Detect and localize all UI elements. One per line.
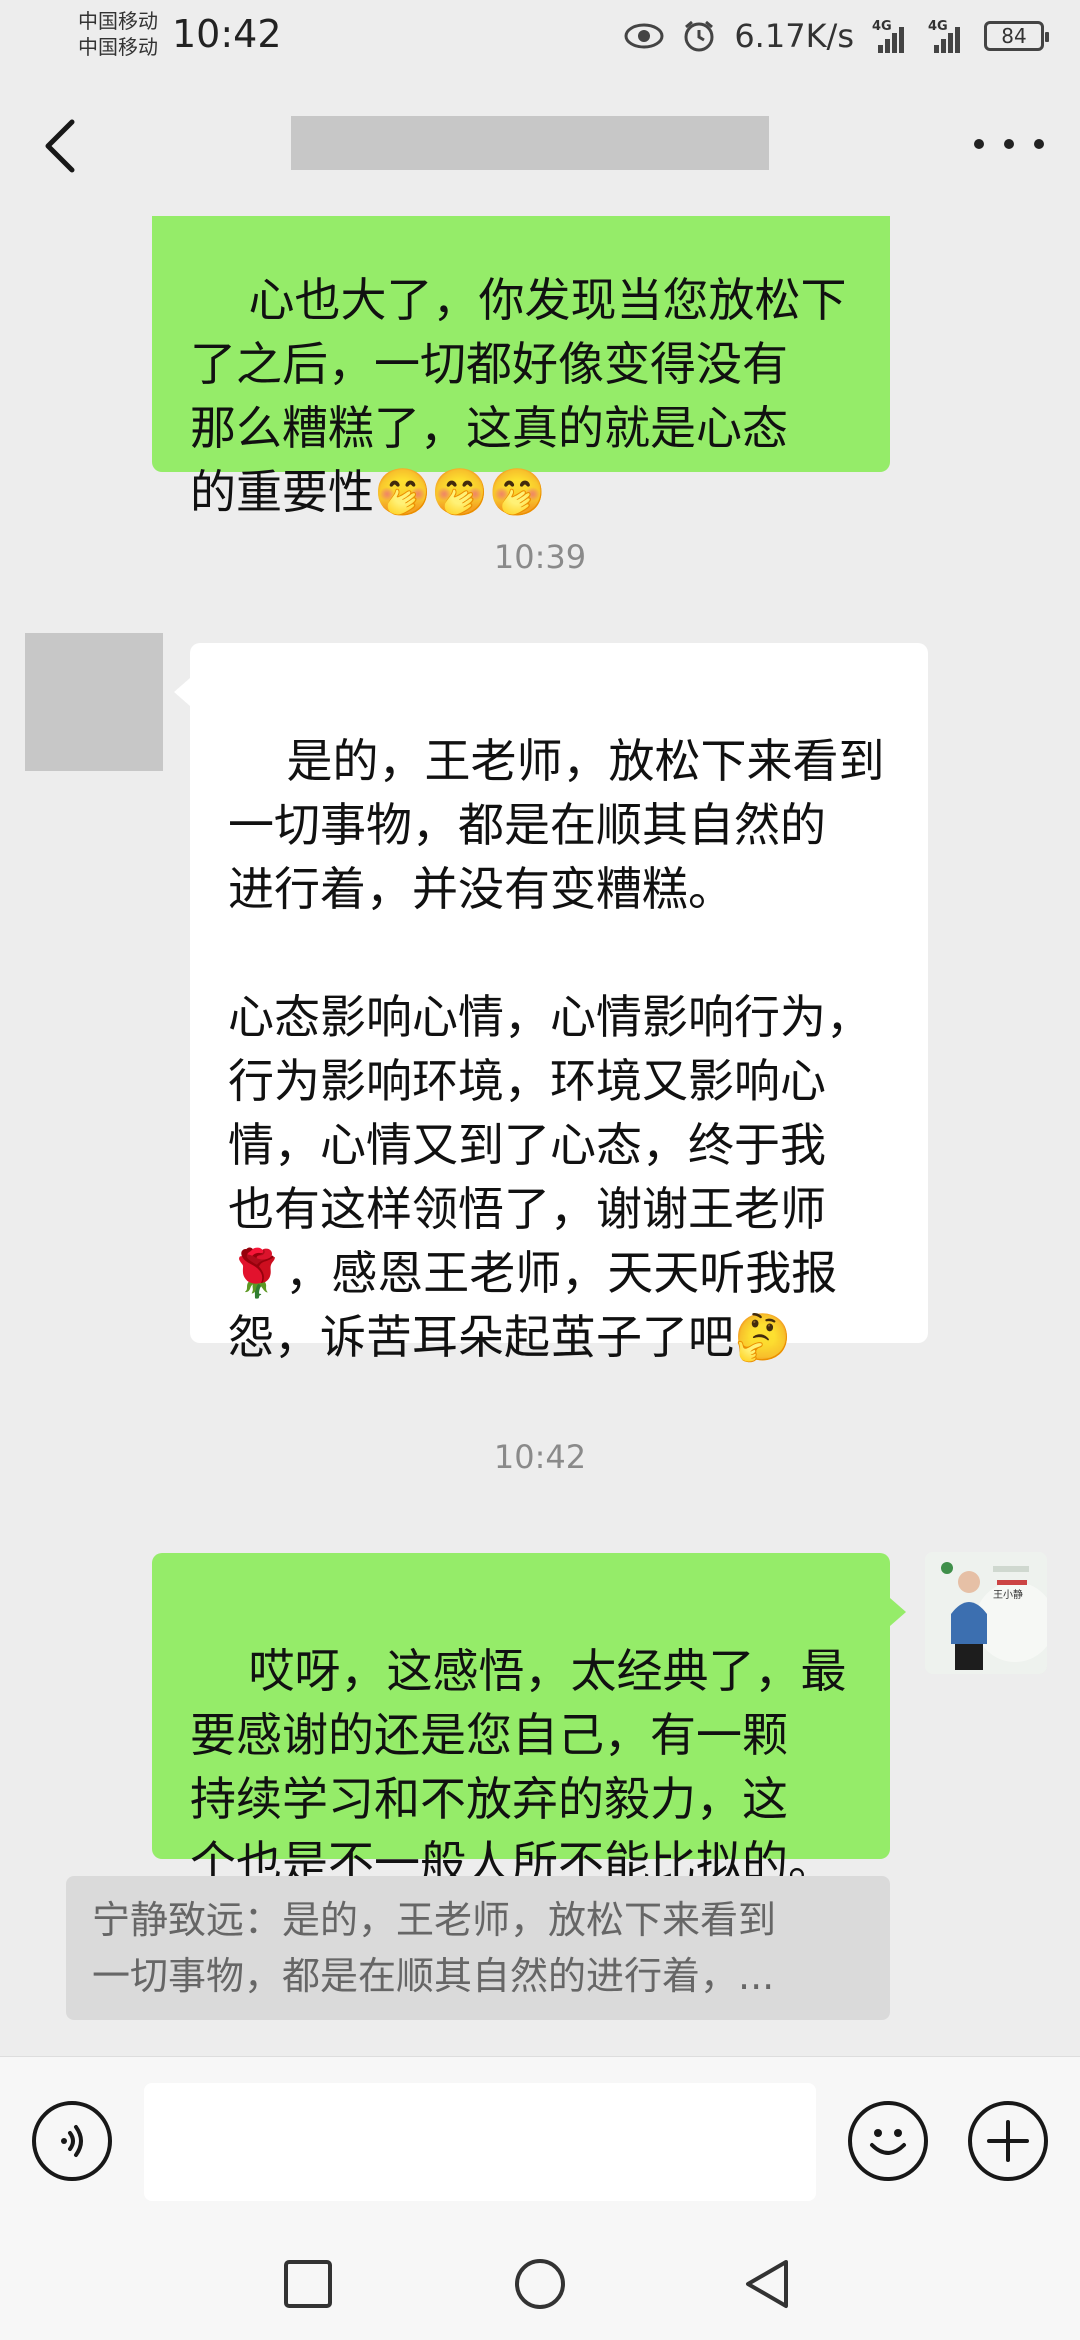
message-text: 哎呀，这感悟，太经典了，最 要感谢的还是您自己，有一颗 持续学习和不放弃的毅力，… — [190, 1644, 847, 1890]
quoted-message[interactable]: 宁静致远：是的，王老师，放松下来看到 一切事物，都是在顺其自然的进行着，... — [66, 1876, 890, 2020]
circle-icon[interactable] — [512, 2256, 568, 2312]
status-bar: 中国移动 中国移动 10:42 6.17K/s 4G 4G 84 — [0, 0, 1080, 72]
chevron-left-icon[interactable] — [36, 116, 86, 176]
carrier-2: 中国移动 — [78, 35, 158, 59]
status-time: 10:42 — [172, 12, 282, 56]
emoji-icon[interactable] — [848, 2101, 928, 2181]
avatar[interactable]: 王小静 — [925, 1552, 1047, 1674]
carrier-1: 中国移动 — [78, 9, 158, 33]
network-type-1: 4G — [872, 19, 892, 34]
voice-icon[interactable] — [32, 2101, 112, 2181]
more-dots-icon[interactable] — [974, 122, 1044, 166]
plus-icon[interactable] — [968, 2101, 1048, 2181]
net-speed: 6.17K/s — [734, 17, 854, 55]
bubble-tail — [890, 1598, 906, 1626]
signal-icon-2: 4G — [928, 19, 966, 53]
person-avatar-icon — [925, 1552, 1047, 1674]
eye-icon — [624, 23, 664, 49]
signal-icon-1: 4G — [872, 19, 910, 53]
timestamp: 10:42 — [493, 1438, 587, 1476]
message-input[interactable] — [144, 2083, 816, 2201]
message-text: 心也大了，你发现当您放松下 了之后，一切都好像变得没有 那么糟糕了，这真的就是心… — [190, 273, 847, 519]
triangle-back-icon[interactable] — [740, 2256, 796, 2312]
carrier-labels: 中国移动 中国移动 — [78, 8, 158, 60]
status-right-group: 6.17K/s 4G 4G 84 — [624, 14, 1049, 58]
message-bubble-incoming[interactable]: 是的，王老师，放松下来看到 一切事物，都是在顺其自然的 进行着，并没有变糟糕。 … — [190, 643, 928, 1364]
message-text: 是的，王老师，放松下来看到 一切事物，都是在顺其自然的 进行着，并没有变糟糕。 … — [228, 734, 885, 1364]
timestamp: 10:39 — [493, 538, 587, 576]
chat-title-redacted — [291, 116, 769, 170]
avatar-redacted[interactable] — [25, 633, 163, 771]
battery-icon: 84 — [984, 21, 1049, 51]
input-bar — [0, 2056, 1080, 2224]
alarm-icon — [684, 20, 714, 52]
avatar-name: 王小静 — [993, 1590, 1023, 1601]
square-icon[interactable] — [280, 2256, 336, 2312]
network-type-2: 4G — [928, 19, 948, 34]
message-bubble-outgoing[interactable]: 哎呀，这感悟，太经典了，最 要感谢的还是您自己，有一颗 持续学习和不放弃的毅力，… — [152, 1553, 890, 1890]
message-bubble-outgoing[interactable]: 心也大了，你发现当您放松下 了之后，一切都好像变得没有 那么糟糕了，这真的就是心… — [152, 216, 890, 519]
battery-level: 84 — [1001, 24, 1027, 48]
chat-message-list[interactable]: 心也大了，你发现当您放松下 了之后，一切都好像变得没有 那么糟糕了，这真的就是心… — [0, 216, 1080, 2056]
bubble-tail — [174, 678, 190, 706]
quote-text: 宁静致远：是的，王老师，放松下来看到 一切事物，都是在顺其自然的进行着，... — [92, 1898, 777, 1998]
chat-header — [0, 72, 1080, 216]
system-navigation-bar — [0, 2224, 1080, 2340]
